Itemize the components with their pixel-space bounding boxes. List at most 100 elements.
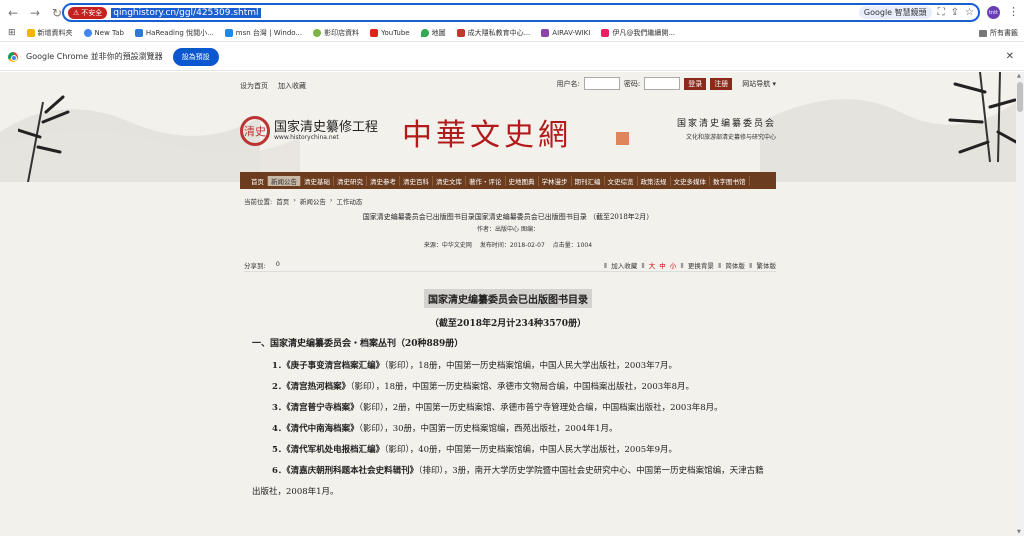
nav-item[interactable]: 清史研究 xyxy=(334,175,367,186)
translate-icon[interactable]: ⛶ xyxy=(938,7,945,18)
font-medium-link[interactable]: 中 xyxy=(659,260,666,270)
set-default-button[interactable]: 設為預設 xyxy=(172,47,219,66)
chrome-icon xyxy=(8,51,18,62)
site-header: 清史 国家清史纂修工程 www.historychina.net 中華文史網 国… xyxy=(240,108,776,168)
simplified-link[interactable]: 简体版 xyxy=(725,260,745,270)
username-input[interactable] xyxy=(583,77,620,90)
nav-item[interactable]: 期刊汇编 xyxy=(572,175,605,186)
browser-toolbar: ← → ↻ ⚠ 不安全 qinghistory.cn/ggl/425309.sh… xyxy=(0,0,1024,25)
warning-icon: ⚠ xyxy=(73,8,80,17)
nav-item[interactable]: 文史综览 xyxy=(605,175,638,186)
traditional-link[interactable]: 繁体版 xyxy=(757,260,777,270)
bookmark-item[interactable]: AIRAV-WIKI xyxy=(541,29,590,37)
share-icon[interactable]: ⇪ xyxy=(951,7,959,18)
site-icon xyxy=(601,29,610,37)
close-icon[interactable]: ✕ xyxy=(1006,51,1014,62)
site-topbar: 设为首页 加入收藏 用户名: 密码: 登录 注册 网站导航 ▾ xyxy=(240,77,776,95)
breadcrumb: 当前位置: 首页 › 新闻公告 › 工作动态 xyxy=(244,196,362,206)
password-input[interactable] xyxy=(644,77,681,90)
article-author: 作者：出版中心 图编： xyxy=(477,226,539,233)
nav-item[interactable]: 政策法规 xyxy=(638,175,671,186)
article-title: 国家清史编纂委员会已出版图书目录国家清史编纂委员会已出版图书目录 （截至2018… xyxy=(362,213,654,221)
committee-block: 国家清史编纂委员会 文化和旅游部清史纂修与研究中心 xyxy=(677,116,776,141)
nav-item[interactable]: 清史百科 xyxy=(400,175,433,186)
breadcrumb-link[interactable]: 工作动态 xyxy=(336,196,362,206)
infobar-text: Google Chrome 並非你的預設瀏覽器 xyxy=(26,52,163,61)
seal-logo-icon: 清史 xyxy=(240,116,270,146)
font-large-link[interactable]: 大 xyxy=(649,260,656,270)
breadcrumb-link[interactable]: 新闻公告 xyxy=(300,196,326,206)
bookmark-item[interactable]: YouTube xyxy=(370,29,410,37)
font-small-link[interactable]: 小 xyxy=(670,260,677,270)
nav-item[interactable]: 新闻公告 xyxy=(268,175,301,186)
section-heading: 一、国家清史编纂委员会・档案丛刊（20种889册） xyxy=(252,339,464,349)
nav-item[interactable]: 清史基础 xyxy=(301,175,334,186)
map-pin-icon xyxy=(420,29,429,37)
bookmark-item[interactable]: 成大隱私教育中心... xyxy=(456,28,530,38)
nav-item[interactable]: 数字图书馆 xyxy=(710,175,750,186)
login-button[interactable]: 登录 xyxy=(684,77,707,90)
site-title[interactable]: 中華文史網 xyxy=(402,110,572,154)
password-label: 密码: xyxy=(623,79,641,88)
nav-item[interactable]: 清史参考 xyxy=(367,175,400,186)
breadcrumb-label: 当前位置: xyxy=(244,198,273,206)
list-item: 6．《清嘉庆朝刑科题本社会史料辑刊》（排印），3册，南开大学历史学院暨中国社会史… xyxy=(252,466,764,497)
article-clicks: 点击量：1004 xyxy=(552,242,593,249)
bookmark-item[interactable]: New Tab xyxy=(83,29,124,37)
scroll-down-icon[interactable]: ▼ xyxy=(1017,529,1021,535)
add-favorite-link[interactable]: 加入收藏 xyxy=(278,81,306,91)
list-item: 4．《清代中南海档案》（影印），30册，中国第一历史档案馆编，西苑出版社，200… xyxy=(272,424,618,434)
breadcrumb-link[interactable]: 首页 xyxy=(276,196,289,206)
page-scrollbar[interactable]: ▲ ▼ xyxy=(1016,72,1024,536)
lens-button[interactable]: Google 智慧鏡頭 xyxy=(858,6,932,19)
scroll-up-icon[interactable]: ▲ xyxy=(1017,73,1021,79)
youtube-icon xyxy=(370,29,379,37)
star-icon[interactable]: ☆ xyxy=(965,7,974,18)
nav-item[interactable]: 著作・评论 xyxy=(466,175,506,186)
menu-icon[interactable]: ⋮ xyxy=(1008,5,1019,18)
bookmark-item[interactable]: 伊凡@我們繼續開... xyxy=(601,28,675,38)
nav-item[interactable]: 史地图典 xyxy=(506,175,539,186)
all-bookmarks[interactable]: 所有書籤 xyxy=(979,28,1018,38)
apps-icon[interactable]: ⊞ xyxy=(8,28,16,38)
register-button[interactable]: 注册 xyxy=(710,77,733,90)
set-homepage-link[interactable]: 设为首页 xyxy=(240,81,268,91)
security-badge[interactable]: ⚠ 不安全 xyxy=(68,6,108,19)
share-toolbar: 分享到: 0 ▮ 加入收藏 ▮ 大 中 小 ▮ 更换背景 ▮ 简体版 ▮ 繁体版 xyxy=(244,260,776,272)
divider: ▮ xyxy=(641,261,645,269)
nav-item[interactable]: 文史多媒体 xyxy=(671,175,710,186)
site-icon xyxy=(83,29,92,37)
username-label: 用户名: xyxy=(556,79,580,88)
bookmark-item[interactable]: HaReading 悅閱小... xyxy=(134,28,214,38)
bookmark-item[interactable]: msn 台灣 | Windo... xyxy=(224,28,302,38)
divider: ▮ xyxy=(717,261,722,269)
breadcrumb-sep: › xyxy=(293,196,296,204)
divider: ▮ xyxy=(603,261,608,269)
back-icon[interactable]: ← xyxy=(4,4,22,22)
favorite-link[interactable]: 加入收藏 xyxy=(611,260,637,270)
bookmark-item[interactable]: 影印店資料 xyxy=(313,28,359,38)
url-text[interactable]: qinghistory.cn/ggl/425309.shtml xyxy=(111,7,261,18)
article-time: 发布时间：2018-02-07 xyxy=(479,242,545,249)
change-bg-link[interactable]: 更换背景 xyxy=(688,260,714,270)
forward-icon[interactable]: → xyxy=(26,4,44,22)
site-nav-dropdown[interactable]: 网站导航 ▾ xyxy=(742,79,776,89)
profile-avatar[interactable]: tntt xyxy=(987,6,1000,19)
bookmark-item[interactable]: 新增資料夾 xyxy=(26,28,73,38)
bookmarks-bar: ⊞ 新增資料夾 New Tab HaReading 悅閱小... msn 台灣 … xyxy=(0,25,1024,42)
article-meta: 来源：中华文史网 发布时间：2018-02-07 点击量：1004 xyxy=(240,240,776,249)
scrollbar-thumb[interactable] xyxy=(1017,82,1023,112)
bookmark-item[interactable]: 地圖 xyxy=(420,28,446,38)
address-bar[interactable]: ⚠ 不安全 qinghistory.cn/ggl/425309.shtml Go… xyxy=(62,3,980,22)
nav-item[interactable]: 清史文库 xyxy=(433,175,466,186)
article-source: 来源：中华文史网 xyxy=(423,242,472,249)
list-item: 2．《清宫热河档案》（影印），18册，中国第一历史档案馆、承德市文物局合编，中国… xyxy=(272,382,695,392)
default-browser-infobar: Google Chrome 並非你的預設瀏覽器 設為預設 ✕ xyxy=(0,43,1024,71)
share-count[interactable]: 0 xyxy=(276,260,280,270)
web-page: 设为首页 加入收藏 用户名: 密码: 登录 注册 网站导航 ▾ 清史 国家清史纂… xyxy=(0,72,1016,536)
site-icon xyxy=(456,29,465,37)
nav-item[interactable]: 学林漫步 xyxy=(539,175,572,186)
committee-name: 国家清史编纂委员会 xyxy=(676,119,776,129)
nav-item[interactable]: 首页 xyxy=(248,175,268,186)
stamp-icon xyxy=(616,132,629,145)
